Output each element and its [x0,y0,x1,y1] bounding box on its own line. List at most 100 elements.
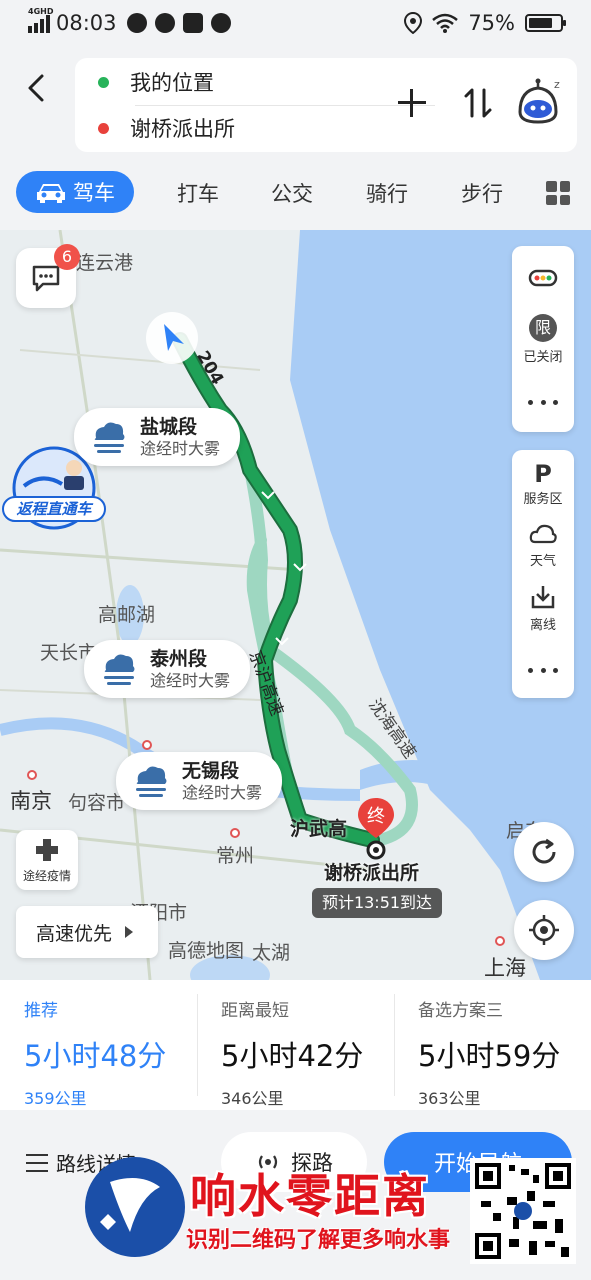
cloud-icon [529,524,557,544]
signal-icon: 4GHD [28,7,53,33]
watermark-subtitle: 识别二维码了解更多响水事 [186,1228,451,1253]
origin-destination-card: 我的位置 谢桥派出所 z [75,58,577,152]
location-icon [404,12,423,34]
status-bar: 4GHD 08:03 75% [0,0,591,46]
destination-marker-icon: 终 [358,798,394,860]
route-option-recommended[interactable]: 推荐 5小时48分 359公里 [0,980,197,1110]
tab-transit[interactable]: 公交 [262,178,322,208]
highway-preference-label: 高速优先 [36,922,113,945]
tab-drive[interactable]: 驾车 [16,171,134,213]
destination-marker-text: 终 [367,806,385,827]
map-label-nanjing: 南京 [10,789,52,813]
weather-card-subtitle: 途经时大雾 [150,671,231,690]
weather-card-title: 盐城段 [140,416,198,438]
map-label-taihu: 太湖 [252,942,291,964]
offline-button[interactable]: 离线 [512,584,574,633]
map-label-shanghai: 上海 [484,956,526,980]
epidemic-label: 途经疫情 [22,869,71,883]
refresh-icon [532,838,556,864]
more-icon[interactable] [528,668,558,674]
traffic-icon[interactable] [528,266,558,290]
more-modes-icon[interactable] [546,181,570,205]
status-time: 08:03 [56,11,117,35]
back-arrow-icon[interactable] [20,68,54,108]
origin-text: 我的位置 [130,71,214,95]
route-duration: 5小时42分 [221,1039,364,1073]
destination-map-label: 谢桥派出所 [324,862,420,884]
destination-row[interactable]: 谢桥派出所 [75,105,235,151]
fog-icon [104,654,135,685]
map-label-gaoyouhu: 高邮湖 [98,604,156,626]
triangle-right-icon [125,926,134,938]
weather-card-title: 泰州段 [150,648,208,670]
restriction-icon: 限 [529,314,557,342]
battery-icon [525,14,566,32]
restriction-toggle[interactable]: 限 已关闭 [512,314,574,365]
network-type: 4GHD [28,7,54,16]
route-distance: 359公里 [24,1089,87,1108]
route-option-alternative[interactable]: 备选方案三 5小时59分 363公里 [394,980,591,1110]
message-badge: 6 [54,244,80,270]
highway-preference-button[interactable]: 高速优先 [16,906,158,958]
route-header: 我的位置 谢桥派出所 z [0,46,591,156]
weather-card-yancheng[interactable]: 盐城段 途经时大雾 [74,408,241,466]
mail-icon [182,13,203,33]
weather-card-wuxi[interactable]: 无锡段 途经时大雾 [116,752,283,810]
epidemic-button[interactable]: 途经疫情 [16,830,78,890]
route-duration: 5小时48分 [24,1039,167,1073]
qr-code [470,1158,576,1264]
cloud-icon [126,13,147,33]
swap-icon[interactable] [463,86,493,120]
tab-drive-label: 驾车 [73,181,115,205]
route-distance: 346公里 [221,1089,284,1108]
wifi-icon [432,13,459,33]
fog-icon [94,422,125,453]
route-label: 距离最短 [221,1001,289,1021]
offline-label: 离线 [529,618,556,633]
more-icon[interactable] [528,400,558,406]
origin-row[interactable]: 我的位置 [75,59,214,105]
watermark-overlay: 响水零距离 识别二维码了解更多响水事 [0,1140,591,1280]
service-area-label: 服务区 [523,492,563,507]
refresh-button[interactable] [514,822,574,882]
car-icon [37,184,65,203]
tab-taxi[interactable]: 打车 [168,178,228,208]
map-base [0,230,591,980]
weather-card-title: 无锡段 [182,760,240,782]
road-label-huwu: 沪武高 [290,818,348,840]
route-option-shortest[interactable]: 距离最短 5小时42分 346公里 [197,980,394,1110]
map-label-jurong: 句容市 [68,792,126,814]
origin-dot [98,76,109,88]
parking-icon: P [534,460,552,488]
map-tools-panel: P 服务区 天气 离线 [512,450,574,698]
weather-card-subtitle: 途经时大雾 [140,439,221,458]
route-label: 备选方案三 [418,1001,503,1021]
restriction-label: 已关闭 [523,350,563,365]
locate-button[interactable] [514,900,574,960]
voice-assistant-icon[interactable]: z [512,76,564,128]
destination-text: 谢桥派出所 [130,117,235,141]
route-distance: 363公里 [418,1089,481,1108]
locate-icon [529,915,559,945]
tab-bike[interactable]: 骑行 [357,178,417,208]
amap-logo: 高德地图 [168,940,245,962]
add-waypoint-icon[interactable] [397,88,427,118]
service-area-button[interactable]: P 服务区 [512,460,574,507]
weather-card-subtitle: 途经时大雾 [182,783,263,802]
battery-percent: 75% [468,11,515,35]
transport-mode-tabs: 驾车 打车 公交 骑行 步行 [0,156,591,230]
route-options: 推荐 5小时48分 359公里 距离最短 5小时42分 346公里 备选方案三 … [0,980,591,1110]
weather-button[interactable]: 天气 [512,522,574,569]
fog-icon [136,766,167,797]
compass-icon [154,13,175,33]
chat-icon [32,265,60,292]
watermark-logo [85,1157,185,1257]
map-label-changzhou: 常州 [216,845,255,867]
map-view[interactable]: 连云港 高邮湖 天长市 南京 句容市 常州 溧阳市 高德地图 太湖 上海 启东 … [0,230,591,980]
tab-walk[interactable]: 步行 [452,178,512,208]
return-bus-promo-text[interactable]: 返程直通车 [2,496,106,522]
watermark-title: 响水零距离 [190,1169,430,1223]
map-layers-panel: 限 已关闭 [512,246,574,432]
destination-dot [98,122,109,134]
weather-card-taizhou[interactable]: 泰州段 途经时大雾 [84,640,251,698]
